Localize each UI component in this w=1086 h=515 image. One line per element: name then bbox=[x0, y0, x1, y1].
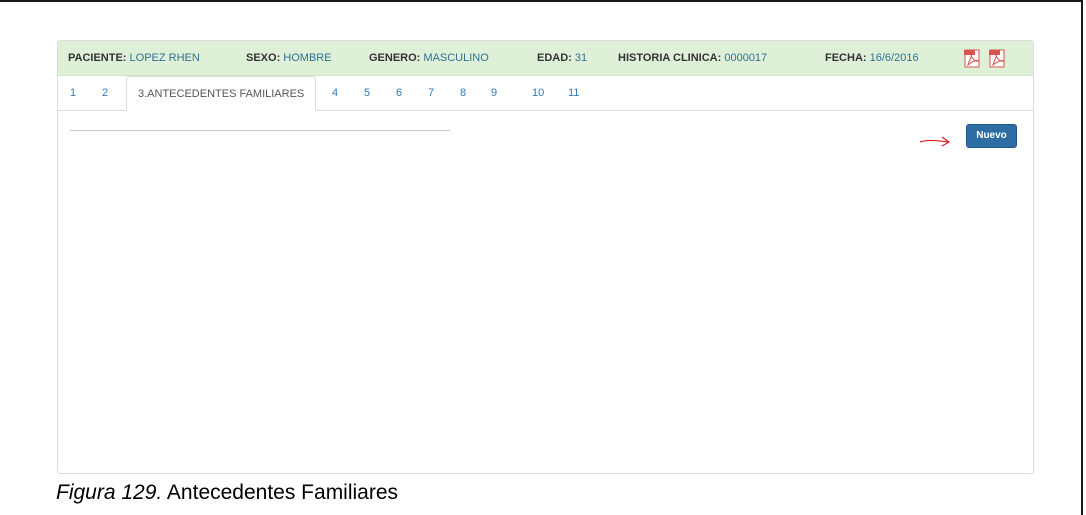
section-divider bbox=[70, 130, 450, 131]
red-arrow-annotation bbox=[919, 136, 951, 147]
sexo-field: SEXO: HOMBRE bbox=[246, 52, 332, 64]
tab-4[interactable]: 4 bbox=[332, 76, 338, 110]
tab-11[interactable]: 11 bbox=[568, 76, 579, 110]
paciente-field: PACIENTE: LOPEZ RHEN bbox=[68, 52, 200, 64]
nuevo-button[interactable]: Nuevo bbox=[966, 124, 1017, 148]
tab-9[interactable]: 9 bbox=[491, 76, 497, 110]
tab-10[interactable]: 10 bbox=[532, 76, 544, 110]
pdf-icon[interactable] bbox=[989, 49, 1005, 68]
tab-2[interactable]: 2 bbox=[102, 76, 108, 110]
patient-panel: PACIENTE: LOPEZ RHEN SEXO: HOMBRE GENERO… bbox=[57, 40, 1034, 474]
tab-6[interactable]: 6 bbox=[396, 76, 402, 110]
tab-1[interactable]: 1 bbox=[70, 76, 76, 110]
figure-caption: Figura 129. Antecedentes Familiares bbox=[56, 481, 399, 504]
pdf-icon[interactable] bbox=[964, 49, 980, 68]
edad-field: EDAD: 31 bbox=[537, 52, 588, 64]
genero-field: GENERO: MASCULINO bbox=[369, 52, 489, 64]
tab-8[interactable]: 8 bbox=[460, 76, 466, 110]
tab-5[interactable]: 5 bbox=[364, 76, 370, 110]
historia-clinica-field: HISTORIA CLINICA: 0000017 bbox=[618, 52, 768, 64]
patient-info-bar: PACIENTE: LOPEZ RHEN SEXO: HOMBRE GENERO… bbox=[58, 41, 1033, 76]
section-tabs: 1 2 3.ANTECEDENTES FAMILIARES 4 5 6 7 8 … bbox=[58, 76, 1033, 111]
tab-antecedentes-familiares[interactable]: 3.ANTECEDENTES FAMILIARES bbox=[126, 76, 317, 111]
fecha-field: FECHA: 16/6/2016 bbox=[825, 52, 919, 64]
tab-7[interactable]: 7 bbox=[428, 76, 434, 110]
